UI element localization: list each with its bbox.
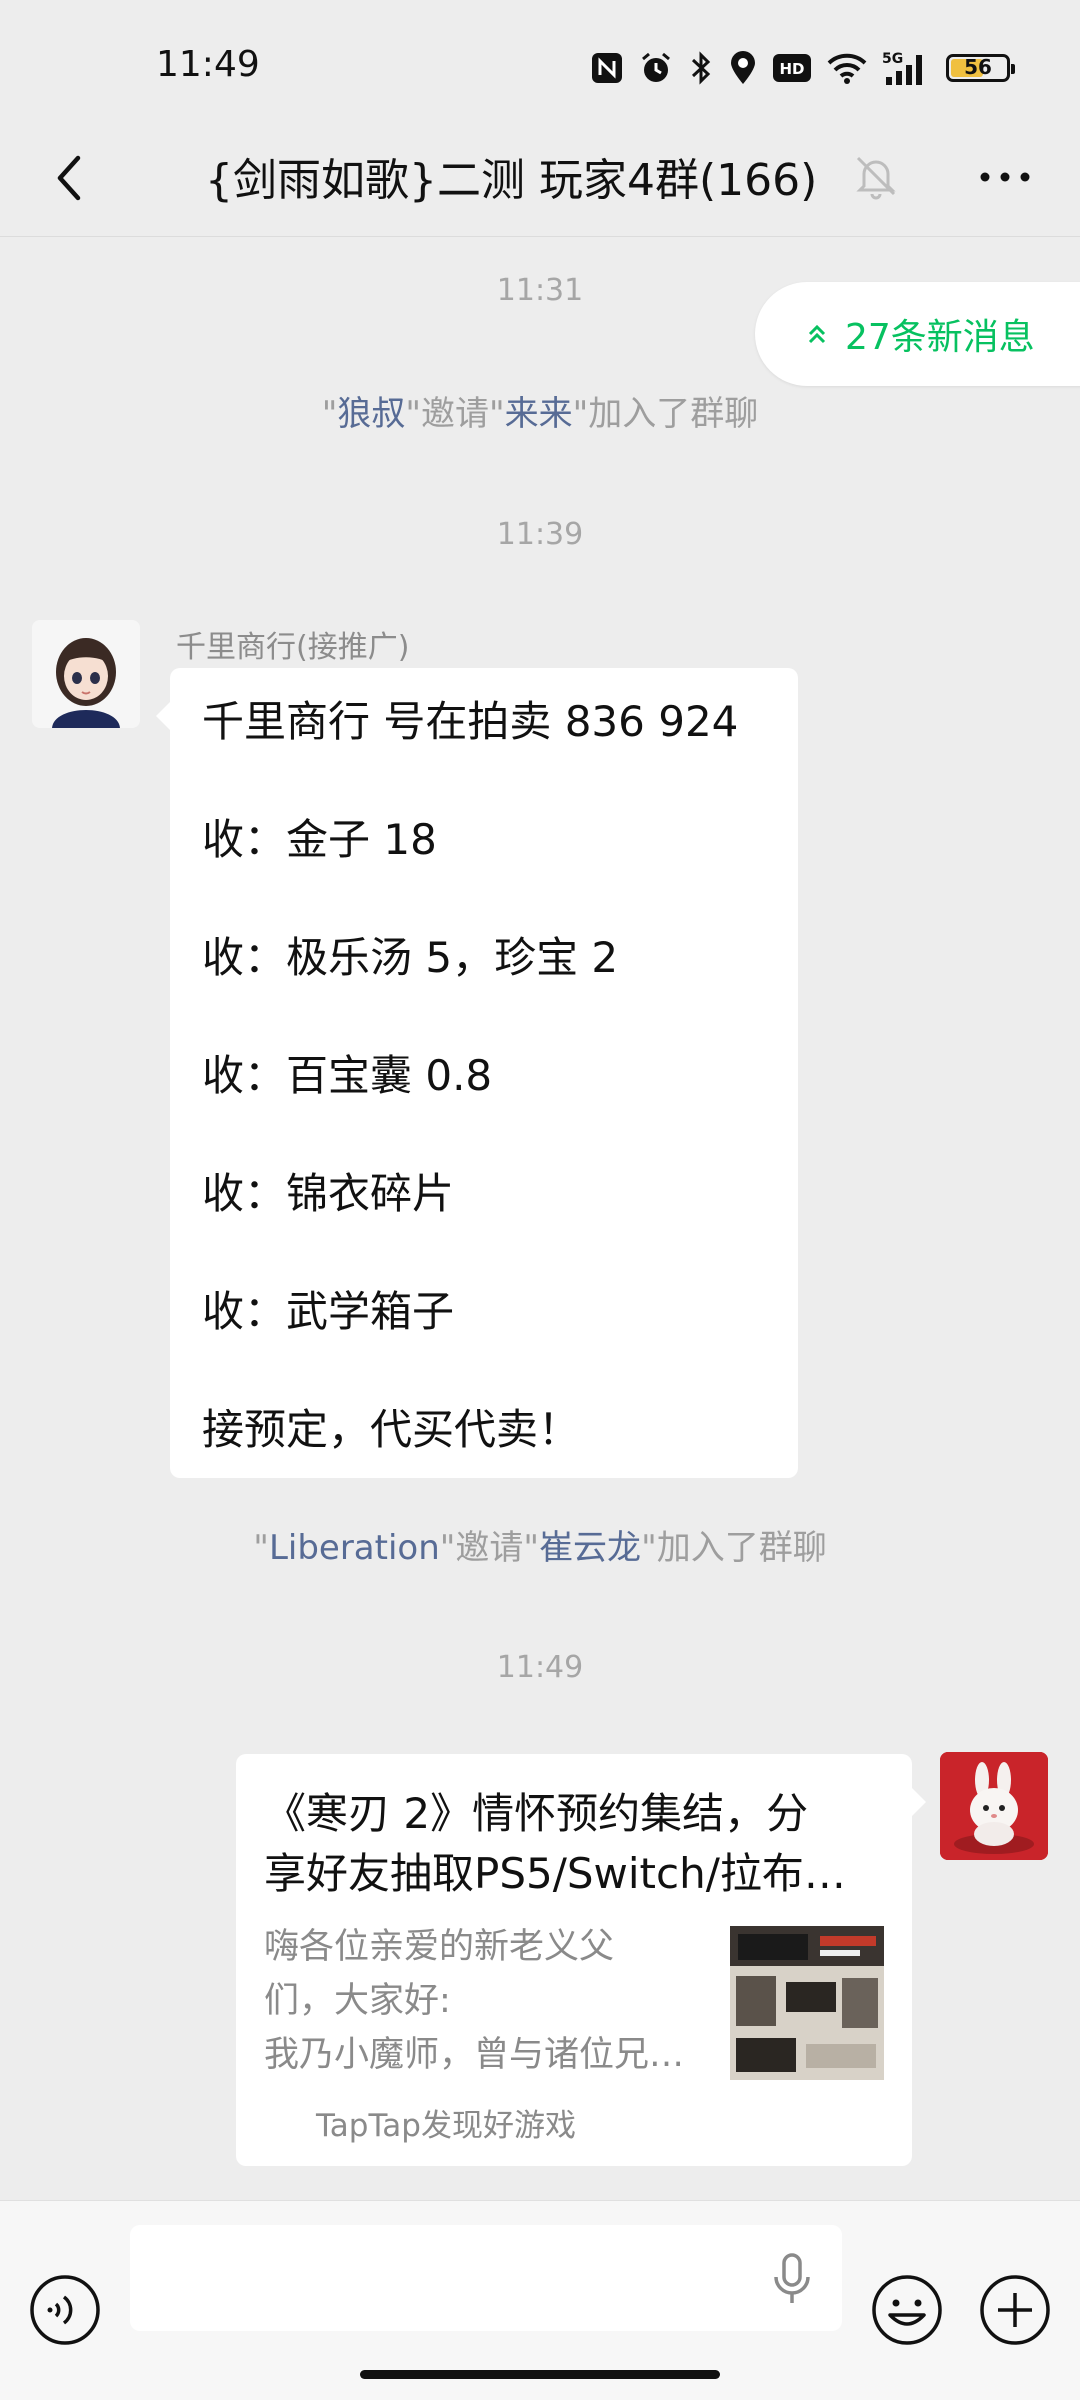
system-message-join: "Liberation"邀请"崔云龙"加入了群聊: [0, 1520, 1080, 1569]
system-text: "加入了群聊: [572, 394, 759, 434]
chat-screen: 11:49 HD 5G 56 {剑雨如歌}二测 玩家4群(166) 11:31 …: [0, 0, 1080, 2400]
my-avatar[interactable]: [940, 1752, 1048, 1860]
bluetooth-icon: [691, 51, 711, 85]
girl-avatar-icon: [32, 620, 140, 728]
sender-avatar[interactable]: [32, 620, 140, 728]
message-input[interactable]: [130, 2225, 842, 2331]
signal-5g-icon: 5G: [882, 51, 922, 85]
sender-name: 千里商行(接推广): [176, 630, 410, 665]
card-title-line: 享好友抽取PS5/Switch/拉布…: [264, 1849, 846, 1898]
message-line: 接预定，代买代卖！: [202, 1405, 581, 1454]
timestamp: 11:49: [496, 1650, 584, 1685]
more-options-button[interactable]: [970, 152, 1040, 202]
wifi-icon: [827, 53, 867, 84]
card-title-line: 《寒刃 2》情怀预约集结，分: [264, 1789, 809, 1838]
alarm-icon: [642, 52, 670, 82]
message-line: 收：极乐汤 5，珍宝 2: [202, 933, 619, 982]
message-line: 收：武学箱子: [202, 1287, 455, 1336]
game-poster-image: [730, 1926, 884, 2080]
double-chevron-up-icon: [808, 324, 826, 344]
card-description: 嗨各位亲爱的新老义父 们，大家好: 我乃小魔师，曾与诸位兄…: [264, 1920, 704, 2082]
card-thumbnail: [730, 1926, 884, 2080]
home-indicator[interactable]: [360, 2370, 720, 2379]
shared-link-card[interactable]: 《寒刃 2》情怀预约集结，分 享好友抽取PS5/Switch/拉布… 嗨各位亲爱…: [236, 1754, 926, 2166]
hd-icon: HD: [773, 54, 811, 82]
voice-icon[interactable]: [28, 2273, 102, 2347]
card-desc-line: 我乃小魔师，曾与诸位兄…: [264, 2035, 685, 2075]
card-desc-line: 们，大家好:: [264, 1981, 451, 2021]
battery-level: 56: [964, 55, 992, 79]
rabbit-avatar-icon: [940, 1752, 1048, 1860]
message-line: 千里商行 号在拍卖 836 924: [202, 697, 739, 746]
system-message-join: "狼叔"邀请"来来"加入了群聊: [0, 386, 1080, 435]
svg-text:HD: HD: [779, 60, 804, 78]
status-icons: HD 5G 56: [590, 44, 1015, 92]
system-text: "邀请": [405, 394, 505, 434]
location-icon: [731, 51, 755, 84]
emoji-icon[interactable]: [870, 2273, 944, 2347]
status-time: 11:49: [156, 44, 260, 85]
card-desc-line: 嗨各位亲爱的新老义父: [264, 1927, 615, 1967]
inviter-link[interactable]: 狼叔: [337, 394, 405, 434]
status-bar: 11:49 HD 5G 56: [0, 0, 1080, 120]
message-line: 收：百宝囊 0.8: [202, 1051, 493, 1100]
message-line: 收：锦衣碎片: [202, 1169, 455, 1218]
quote-mark: ": [321, 394, 338, 434]
inviter-link[interactable]: Liberation: [269, 1528, 440, 1568]
timestamp: 11:39: [496, 517, 584, 552]
battery-icon: 56: [946, 54, 1015, 82]
chat-title: {剑雨如歌}二测 玩家4群(166): [205, 155, 818, 206]
invitee-link[interactable]: 来来: [505, 394, 573, 434]
bell-off-icon: [856, 156, 896, 200]
message-line: 收：金子 18: [202, 815, 437, 864]
plus-icon[interactable]: [978, 2273, 1052, 2347]
microphone-icon[interactable]: [768, 2249, 816, 2309]
card-title: 《寒刃 2》情怀预约集结，分 享好友抽取PS5/Switch/拉布…: [264, 1784, 884, 1904]
svg-text:5G: 5G: [882, 51, 903, 67]
card-source: TapTap发现好游戏: [316, 2108, 576, 2144]
invitee-link[interactable]: 崔云龙: [539, 1528, 641, 1568]
new-messages-button[interactable]: 27条新消息: [755, 282, 1080, 386]
header-divider: [0, 236, 1080, 237]
chat-header: {剑雨如歌}二测 玩家4群(166): [0, 120, 1080, 236]
back-button[interactable]: [40, 148, 100, 208]
quote-mark: ": [253, 1528, 269, 1568]
nfc-icon: [592, 53, 622, 83]
system-text: "加入了群聊: [641, 1528, 827, 1568]
system-text: "邀请": [439, 1528, 540, 1568]
new-messages-label: 27条新消息: [845, 317, 1035, 358]
message-bubble[interactable]: 千里商行 号在拍卖 836 924 收：金子 18 收：极乐汤 5，珍宝 2 收…: [156, 668, 798, 1478]
